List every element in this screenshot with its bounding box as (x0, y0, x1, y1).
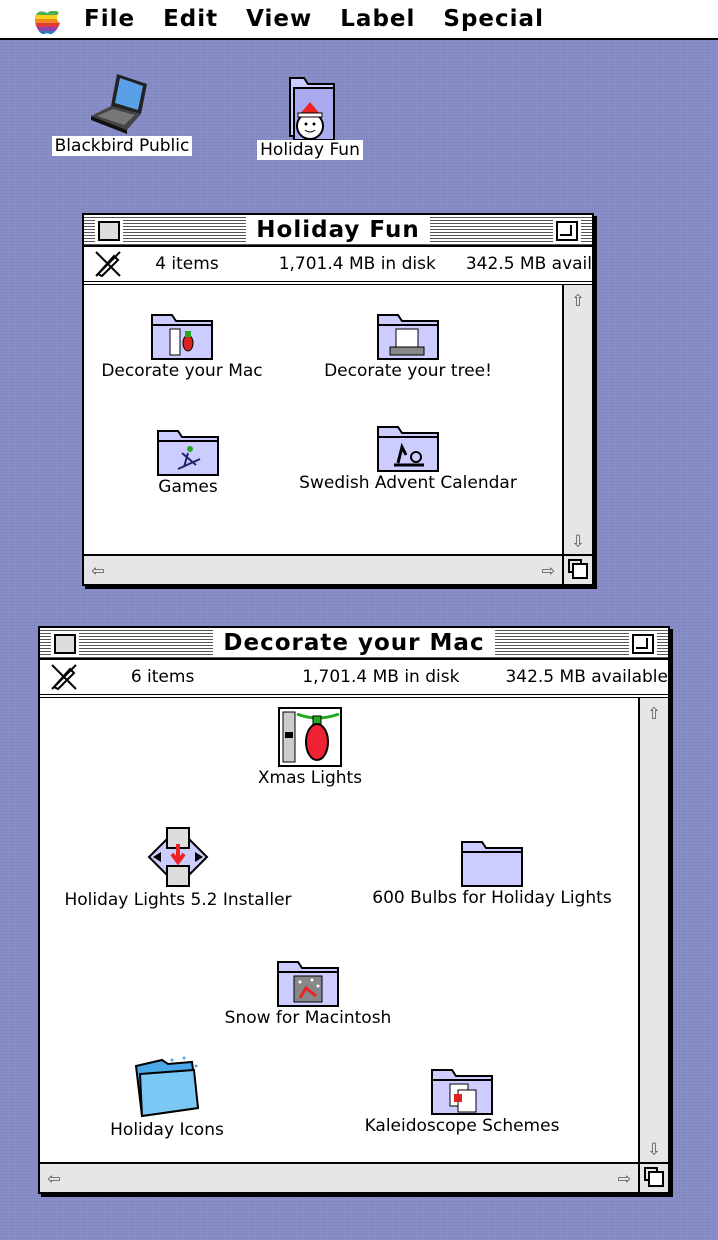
items-count: 6 items (130, 667, 195, 687)
item-label: Decorate your Mac (101, 361, 263, 381)
vertical-scrollbar[interactable]: ⇧ ⇩ (638, 698, 668, 1162)
folder-swedish-advent-calendar[interactable]: Swedish Advent Calendar (290, 425, 526, 493)
desktop-icon-holiday-fun[interactable]: Holiday Fun (254, 74, 366, 160)
folder-decorate-your-mac[interactable]: Decorate your Mac (96, 313, 268, 381)
disk-available: 342.5 MB available (505, 667, 668, 687)
item-label: Holiday Lights 5.2 Installer (64, 890, 292, 910)
close-box[interactable] (95, 218, 123, 244)
menu-special[interactable]: Special (443, 6, 544, 32)
item-label: Games (158, 477, 218, 497)
snowman-folder-icon (289, 77, 335, 140)
folder-icon (277, 961, 339, 1007)
window-content: Decorate your Mac Decorate your tree! Ga… (84, 285, 592, 584)
vertical-scrollbar[interactable]: ⇧ ⇩ (562, 285, 592, 554)
disk-used: 1,701.4 MB in disk (278, 254, 436, 274)
horizontal-scrollbar[interactable]: ⇦ ⇨ (84, 554, 562, 584)
xmas-lights-icon (278, 707, 342, 767)
grow-box-icon (644, 1167, 664, 1187)
menu-file[interactable]: File (84, 6, 135, 32)
window-holiday-fun: Holiday Fun 4 items 1,701.4 MB in disk 3… (82, 213, 594, 586)
item-label: Xmas Lights (257, 768, 363, 788)
item-label: Swedish Advent Calendar (299, 473, 517, 493)
menu-view[interactable]: View (246, 6, 312, 32)
item-label: 600 Bulbs for Holiday Lights (372, 888, 612, 908)
menu-edit[interactable]: Edit (163, 6, 218, 32)
folder-icon (157, 430, 219, 476)
grow-box-icon (568, 559, 588, 579)
disk-used: 1,701.4 MB in disk (302, 667, 460, 687)
window-title: Holiday Fun (246, 217, 430, 243)
title-bar[interactable]: Holiday Fun (84, 215, 592, 247)
title-bar[interactable]: Decorate your Mac (40, 628, 668, 660)
folder-icon (377, 314, 439, 360)
apple-menu-icon[interactable] (32, 3, 62, 35)
scroll-left-arrow[interactable]: ⇦ (84, 556, 112, 584)
scroll-down-arrow[interactable]: ⇩ (564, 526, 592, 554)
powerbook-icon (91, 74, 147, 134)
menu-bar: File Edit View Label Special (0, 0, 718, 40)
close-box[interactable] (51, 631, 79, 657)
item-label: Decorate your tree! (324, 361, 492, 381)
blue-folder-icon (134, 1056, 200, 1118)
app-xmas-lights[interactable]: Xmas Lights (236, 706, 384, 788)
window-decorate-your-mac: Decorate your Mac 6 items 1,701.4 MB in … (38, 626, 670, 1194)
scroll-up-arrow[interactable]: ⇧ (564, 285, 592, 313)
horizontal-scrollbar[interactable]: ⇦ ⇨ (40, 1162, 638, 1192)
folder-kaleidoscope-schemes[interactable]: Kaleidoscope Schemes (352, 1068, 572, 1136)
disk-available: 342.5 MB avail (465, 254, 592, 274)
desktop-icon-blackbird[interactable]: Blackbird Public (46, 70, 198, 156)
installer-icon (147, 826, 209, 888)
scroll-right-arrow[interactable]: ⇨ (534, 556, 562, 584)
item-label: Snow for Macintosh (224, 1008, 392, 1028)
resize-box[interactable] (562, 554, 592, 584)
folder-icon (461, 841, 523, 887)
folder-icon (431, 1069, 493, 1115)
scroll-left-arrow[interactable]: ⇦ (40, 1164, 68, 1192)
scroll-down-arrow[interactable]: ⇩ (640, 1134, 668, 1162)
desktop-label: Blackbird Public (51, 136, 193, 156)
scroll-up-arrow[interactable]: ⇧ (640, 698, 668, 726)
resize-box[interactable] (638, 1162, 668, 1192)
locked-pencil-icon (95, 251, 121, 278)
window-title: Decorate your Mac (213, 630, 495, 656)
app-holiday-lights-installer[interactable]: Holiday Lights 5.2 Installer (46, 824, 310, 910)
folder-games[interactable]: Games (140, 429, 236, 497)
folder-holiday-icons[interactable]: Holiday Icons (100, 1056, 234, 1140)
zoom-box[interactable] (553, 218, 581, 244)
folder-icon (377, 426, 439, 472)
desktop-label: Holiday Fun (257, 140, 363, 160)
info-bar: 4 items 1,701.4 MB in disk 342.5 MB avai… (84, 247, 592, 285)
item-label: Holiday Icons (110, 1120, 224, 1140)
folder-snow-for-macintosh[interactable]: Snow for Macintosh (210, 960, 406, 1028)
items-count: 4 items (155, 254, 219, 274)
item-label: Kaleidoscope Schemes (364, 1116, 560, 1136)
folder-decorate-your-tree[interactable]: Decorate your tree! (314, 313, 502, 381)
zoom-box[interactable] (629, 631, 657, 657)
folder-600-bulbs[interactable]: 600 Bulbs for Holiday Lights (358, 840, 626, 908)
menu-label[interactable]: Label (340, 6, 415, 32)
scroll-right-arrow[interactable]: ⇨ (610, 1164, 638, 1192)
window-content: Xmas Lights Holiday Lights 5.2 Installer… (40, 698, 668, 1192)
info-bar: 6 items 1,701.4 MB in disk 342.5 MB avai… (40, 660, 668, 698)
folder-icon (151, 314, 213, 360)
locked-pencil-icon (51, 664, 77, 691)
